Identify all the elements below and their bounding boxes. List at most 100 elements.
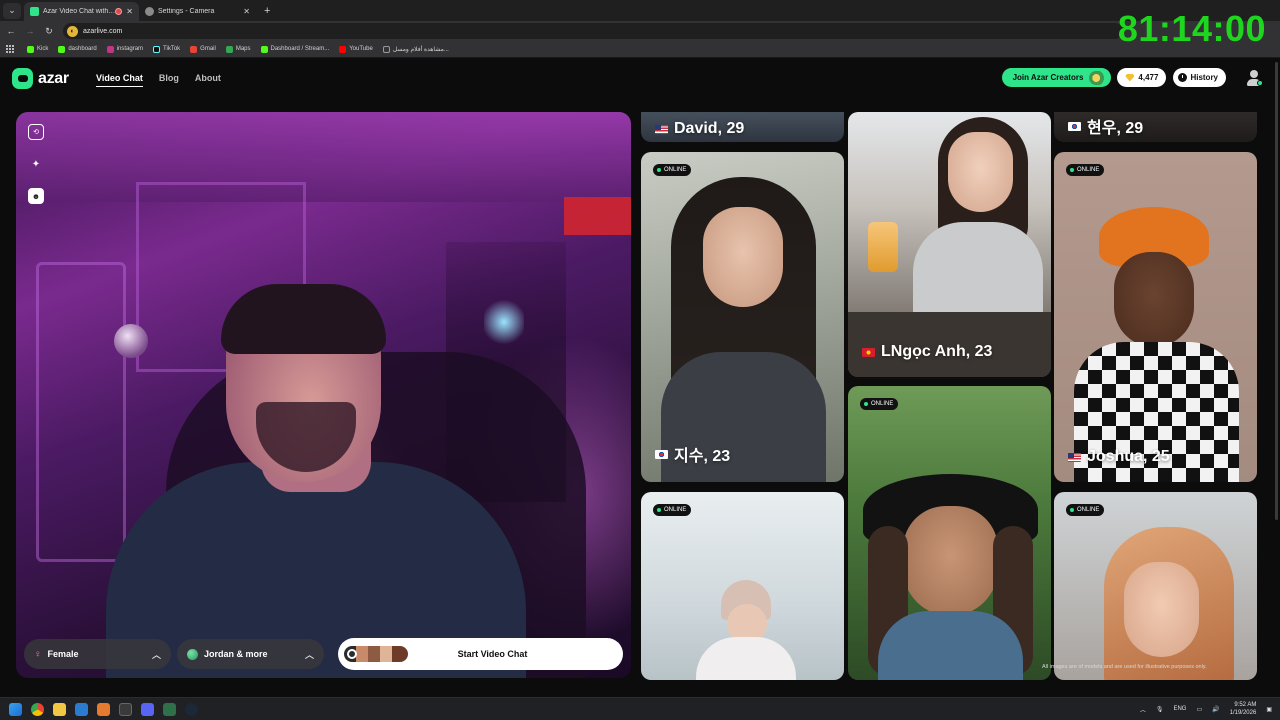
profile-name: LNgọc Anh, 23 (862, 343, 992, 361)
us-flag-icon (1068, 452, 1081, 462)
online-badge: ONLINE (1066, 504, 1105, 516)
chevron-up-icon: ︿ (304, 649, 314, 660)
history-label: History (1190, 73, 1218, 82)
bookmark-youtube[interactable]: YouTube (339, 45, 373, 53)
gender-filter-value: Female (47, 649, 79, 659)
back-icon[interactable]: ← (3, 26, 19, 36)
recording-icon (115, 8, 123, 15)
nav-about[interactable]: About (195, 73, 221, 87)
kr-flag-icon (655, 449, 668, 459)
app-icon[interactable] (75, 702, 88, 716)
app-icon[interactable] (119, 702, 132, 716)
match-filters: ♀ Female ︿ Jordan & more ︿ Start Video C… (24, 638, 623, 670)
bookmark-arabic-movies[interactable]: مشاهدة أفلام ومسل... (382, 45, 449, 53)
browser-tabstrip: ⌄ Azar Video Chat with New ✕ Settings - … (0, 0, 1280, 21)
female-icon: ♀ (34, 648, 42, 660)
face-filter-icon[interactable]: ☻ (28, 188, 44, 204)
url-field[interactable]: ◐ azarlive.com (63, 23, 1123, 39)
profile-name: David, 29 (655, 120, 744, 138)
bookmark-dashboard[interactable]: dashboard (58, 45, 97, 53)
tab-search-icon[interactable]: ⌄ (3, 2, 21, 19)
profile-name: 현우, 29 (1068, 114, 1143, 138)
app-icon[interactable] (163, 702, 176, 716)
system-clock[interactable]: 9:52 AM 1/19/2026 (1230, 701, 1257, 717)
profile-icon[interactable] (1246, 69, 1263, 86)
microphone-icon[interactable]: 🎙 (1156, 706, 1164, 713)
profile-card[interactable]: David, 29 (641, 112, 844, 142)
switch-camera-icon[interactable]: ⟲ (28, 124, 44, 140)
nav-video-chat[interactable]: Video Chat (96, 73, 143, 87)
address-bar-row: ← → ↻ ◐ azarlive.com (0, 21, 1280, 41)
chrome-icon[interactable] (31, 702, 44, 716)
close-tab-icon[interactable]: ✕ (243, 7, 250, 16)
image-disclaimer: All images are of models and are used fo… (1042, 664, 1207, 670)
profile-card[interactable]: ONLINE (1054, 492, 1257, 680)
profile-card[interactable]: LNgọc Anh, 23 (848, 112, 1051, 377)
profile-name: Joshua, 25 (1068, 448, 1170, 466)
bookmark-tiktok[interactable]: TikTok (153, 45, 180, 53)
online-badge: ONLINE (860, 398, 899, 410)
steam-icon[interactable] (185, 702, 198, 716)
nav-blog[interactable]: Blog (159, 73, 179, 87)
bookmark-instagram[interactable]: instagram (106, 45, 143, 53)
tab-title: Settings - Camera (158, 8, 215, 15)
time: 9:52 AM (1234, 702, 1257, 708)
network-icon[interactable]: ▭ (1196, 706, 1202, 713)
bookmark-maps[interactable]: Maps (225, 45, 251, 53)
close-tab-icon[interactable]: ✕ (126, 7, 133, 16)
creators-badge-icon (1089, 70, 1108, 85)
site-header: azar Video Chat Blog About Join Azar Cre… (0, 58, 1280, 100)
notification-icon[interactable]: ▣ (1266, 706, 1272, 713)
join-creators-button[interactable]: Join Azar Creators (1001, 68, 1112, 87)
camera-tools: ⟲ ✦ ☻ (28, 124, 44, 220)
language-indicator[interactable]: ENG (1173, 706, 1186, 712)
start-video-chat-button[interactable]: Start Video Chat (338, 638, 623, 670)
profile-card[interactable]: 현우, 29 (1054, 112, 1257, 142)
kr-flag-icon (1068, 121, 1081, 131)
bookmark-gmail[interactable]: Gmail (190, 45, 216, 53)
profile-card[interactable]: ONLINE 지수, 23 (641, 152, 844, 482)
azar-favicon (30, 7, 39, 16)
region-filter-value: Jordan & more (204, 649, 268, 659)
system-tray: ︿ 🎙 ENG ▭ 🔊 9:52 AM 1/19/2026 ▣ (1130, 701, 1272, 717)
stream-timer: 81:14:00 (1117, 8, 1266, 49)
profile-card[interactable]: ONLINE Joshua, 25 (1054, 152, 1257, 482)
page-scrollbar[interactable] (1275, 62, 1278, 520)
globe-icon (187, 648, 198, 660)
vn-flag-icon (862, 347, 875, 357)
header-actions: Join Azar Creators 4,477 History (1001, 68, 1263, 87)
bookmark-kick[interactable]: Kick (27, 45, 48, 53)
gender-filter-dropdown[interactable]: ♀ Female ︿ (24, 639, 171, 669)
site-info-icon[interactable]: ◐ (67, 25, 78, 37)
main-nav: Video Chat Blog About (96, 73, 237, 87)
region-filter-dropdown[interactable]: Jordan & more ︿ (177, 639, 324, 669)
online-badge: ONLINE (653, 164, 692, 176)
chevron-up-icon: ︿ (151, 649, 161, 660)
date: 1/19/2026 (1229, 710, 1257, 716)
discord-icon[interactable] (141, 702, 154, 716)
apps-grid-icon[interactable] (6, 44, 15, 54)
chevron-up-icon[interactable]: ︿ (1140, 705, 1146, 714)
file-explorer-icon[interactable] (53, 702, 66, 716)
join-creators-label: Join Azar Creators (1012, 73, 1084, 82)
online-badge: ONLINE (653, 504, 692, 516)
forward-icon[interactable]: → (22, 26, 38, 36)
history-button[interactable]: History (1173, 68, 1226, 87)
azar-logo-icon (12, 68, 33, 89)
windows-start-icon[interactable] (9, 702, 22, 716)
online-badge: ONLINE (1066, 164, 1105, 176)
tab-settings-camera[interactable]: Settings - Camera ✕ (139, 2, 256, 21)
app-icon[interactable] (97, 702, 110, 716)
profile-card[interactable]: ONLINE (641, 492, 844, 680)
url-text: azarlive.com (83, 27, 123, 35)
avatar-stack (344, 646, 408, 662)
azar-logo[interactable]: azar (12, 68, 69, 89)
reload-icon[interactable]: ↻ (41, 26, 57, 37)
profile-card[interactable]: ONLINE (848, 386, 1051, 680)
coins-button[interactable]: 4,477 (1117, 68, 1167, 87)
tab-azar[interactable]: Azar Video Chat with New ✕ (24, 2, 139, 21)
bookmark-stream-dashboard[interactable]: Dashboard / Stream... (260, 45, 329, 53)
new-tab-icon[interactable]: + (264, 5, 270, 17)
volume-icon[interactable]: 🔊 (1212, 706, 1219, 713)
effects-wand-icon[interactable]: ✦ (28, 156, 44, 172)
